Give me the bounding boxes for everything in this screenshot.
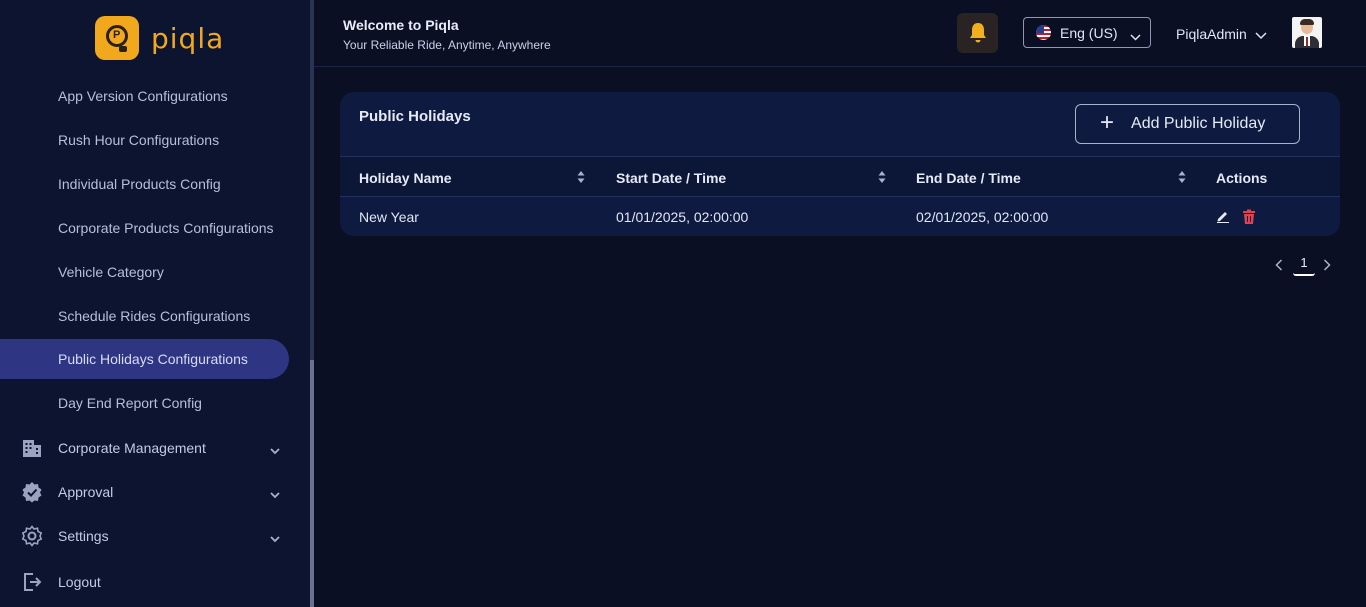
page-title: Public Holidays — [359, 108, 471, 125]
app-logo[interactable]: piqla — [95, 16, 224, 60]
add-button-label: Add Public Holiday — [1131, 115, 1266, 132]
sidebar-group-label: Approval — [58, 484, 114, 500]
sidebar-item-day-end-report[interactable]: Day End Report Config — [58, 395, 202, 411]
welcome-title: Welcome to Piqla — [343, 17, 459, 33]
chevron-down-icon — [1130, 28, 1141, 46]
sidebar-item-corporate-products[interactable]: Corporate Products Configurations — [58, 220, 274, 236]
column-header-actions: Actions — [1216, 170, 1268, 186]
language-select[interactable]: Eng (US) — [1023, 17, 1151, 48]
table-header: Holiday Name Start Date / Time End Date … — [340, 156, 1340, 197]
sidebar-item-app-version[interactable]: App Version Configurations — [58, 88, 228, 104]
logo-text: piqla — [151, 21, 225, 55]
sidebar-item-vehicle-category[interactable]: Vehicle Category — [58, 264, 164, 280]
sidebar-item-individual-products[interactable]: Individual Products Config — [58, 176, 221, 192]
sidebar-group-settings[interactable]: Settings — [20, 521, 290, 551]
sidebar: piqla App Version Configurations Rush Ho… — [0, 0, 310, 607]
sidebar-item-schedule-rides[interactable]: Schedule Rides Configurations — [58, 308, 250, 324]
sort-icon[interactable] — [1178, 170, 1186, 184]
avatar[interactable] — [1292, 17, 1322, 48]
logout-button[interactable]: Logout — [20, 567, 290, 597]
chevron-down-icon — [270, 530, 280, 548]
pagination-next-icon[interactable] — [1323, 258, 1331, 276]
notifications-button[interactable] — [957, 13, 998, 53]
chevron-down-icon — [270, 442, 280, 460]
sidebar-item-public-holidays[interactable]: Public Holidays Configurations — [0, 339, 289, 379]
delete-icon[interactable] — [1242, 209, 1256, 230]
logout-label: Logout — [58, 574, 101, 590]
sidebar-scrollbar[interactable] — [310, 0, 314, 607]
chevron-down-icon[interactable] — [1255, 27, 1267, 45]
sidebar-item-label: Public Holidays Configurations — [58, 351, 248, 367]
verified-badge-icon — [20, 480, 44, 504]
cell-holiday-name: New Year — [359, 209, 419, 225]
sidebar-group-approval[interactable]: Approval — [20, 477, 290, 507]
cell-end-date: 02/01/2025, 02:00:00 — [916, 209, 1049, 225]
chevron-down-icon — [270, 486, 280, 504]
public-holidays-card: Public Holidays + Add Public Holiday Hol… — [340, 92, 1340, 236]
logout-icon — [20, 570, 44, 594]
scrollbar-thumb[interactable] — [310, 360, 314, 607]
sort-icon[interactable] — [878, 170, 886, 184]
sidebar-group-corporate-management[interactable]: Corporate Management — [20, 433, 290, 463]
edit-icon[interactable] — [1216, 209, 1230, 228]
add-public-holiday-button[interactable]: + Add Public Holiday — [1075, 104, 1300, 144]
language-selected: Eng (US) — [1060, 24, 1118, 41]
plus-icon: + — [1100, 108, 1115, 136]
bell-icon — [969, 23, 986, 43]
table-row: New Year 01/01/2025, 02:00:00 02/01/2025… — [340, 197, 1340, 236]
logo-mark-icon — [95, 16, 139, 60]
column-header-end-date[interactable]: End Date / Time — [916, 170, 1021, 186]
gear-icon — [20, 524, 44, 548]
sidebar-item-rush-hour[interactable]: Rush Hour Configurations — [58, 132, 219, 148]
pagination-page-current[interactable]: 1 — [1293, 253, 1315, 276]
column-header-holiday-name[interactable]: Holiday Name — [359, 170, 452, 186]
pagination-prev-icon[interactable] — [1275, 258, 1283, 276]
column-header-start-date[interactable]: Start Date / Time — [616, 170, 726, 186]
building-icon — [20, 436, 44, 460]
cell-start-date: 01/01/2025, 02:00:00 — [616, 209, 749, 225]
sidebar-group-label: Corporate Management — [58, 440, 206, 456]
sidebar-group-label: Settings — [58, 528, 109, 544]
user-menu[interactable]: PiqlaAdmin — [1176, 26, 1247, 42]
top-header: Welcome to Piqla Your Reliable Ride, Any… — [314, 0, 1366, 67]
tagline: Your Reliable Ride, Anytime, Anywhere — [343, 38, 551, 52]
sort-icon[interactable] — [577, 170, 585, 184]
us-flag-icon — [1036, 25, 1051, 40]
